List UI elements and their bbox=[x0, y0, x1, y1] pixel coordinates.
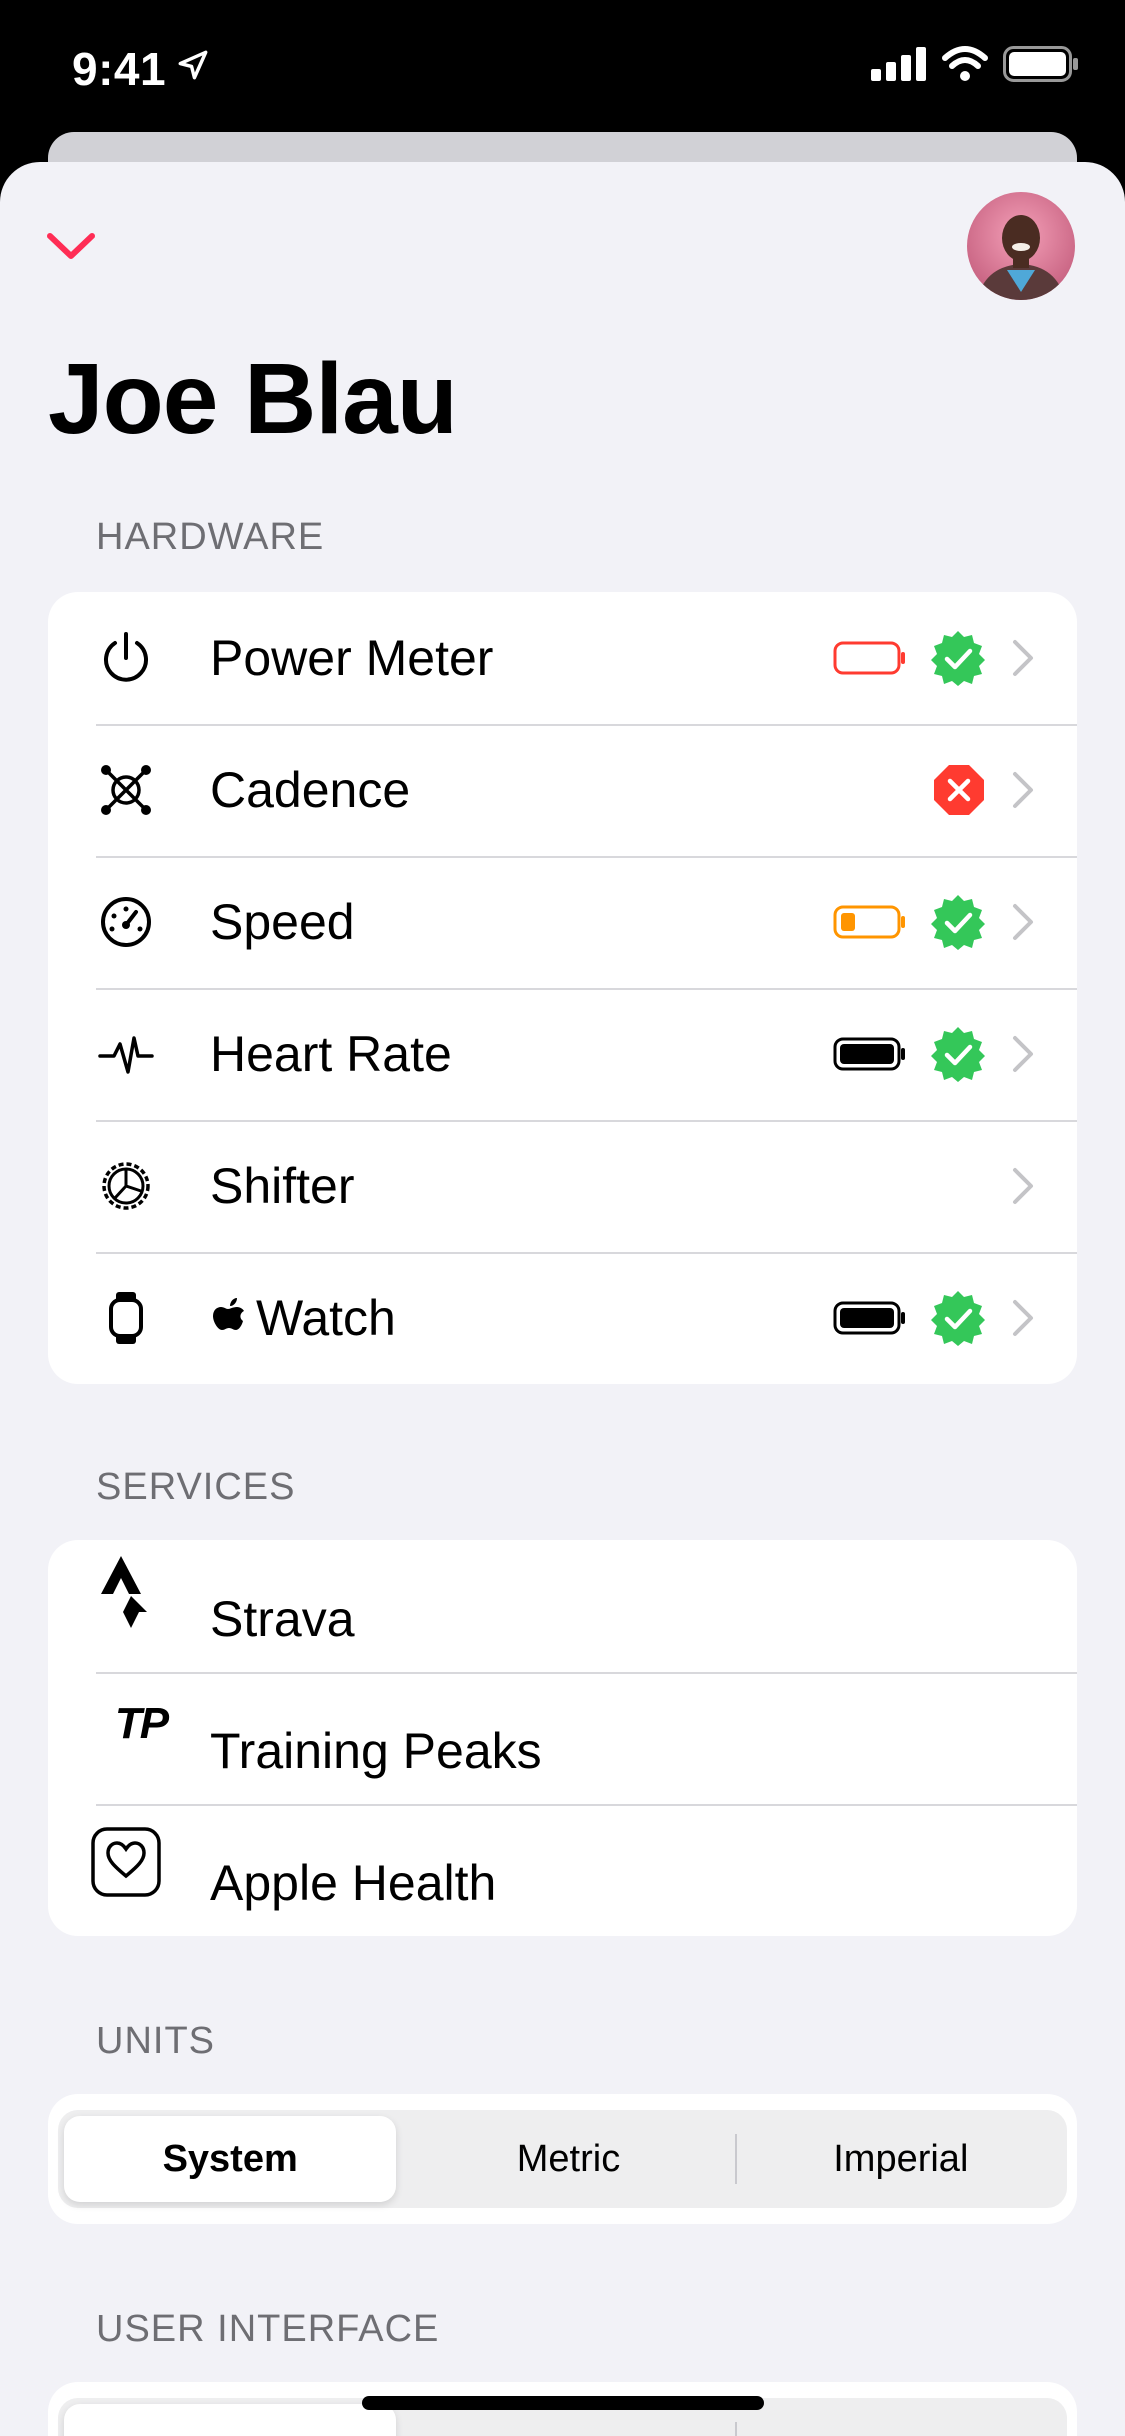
watch-icon bbox=[96, 1288, 156, 1348]
hardware-row-label: Shifter bbox=[210, 1158, 355, 1214]
profile-sheet: Joe Blau HARDWARE Power Meter Cadence Sp… bbox=[0, 162, 1125, 2436]
connected-badge-icon bbox=[931, 895, 985, 950]
hardware-row-label-watch: Watch bbox=[210, 1289, 396, 1347]
hardware-row-label: Power Meter bbox=[210, 630, 494, 686]
hardware-row-watch[interactable]: Watch bbox=[48, 1252, 1077, 1384]
units-option-metric[interactable]: Metric bbox=[402, 2110, 734, 2208]
cadence-icon bbox=[96, 760, 156, 820]
service-row-training-peaks[interactable]: TP Training Peaks bbox=[48, 1672, 1077, 1804]
battery-medium-icon bbox=[833, 905, 905, 939]
shifter-icon bbox=[96, 1156, 156, 1216]
home-indicator[interactable] bbox=[362, 2396, 764, 2410]
service-row-label: Strava bbox=[210, 1591, 355, 1647]
battery-full-icon bbox=[833, 1301, 905, 1335]
status-time: 9:41 bbox=[72, 43, 167, 95]
training-peaks-icon: TP bbox=[96, 1694, 186, 1754]
services-section-header: SERVICES bbox=[96, 1466, 296, 1508]
units-option-imperial-label: Imperial bbox=[833, 2137, 969, 2180]
units-segmented-control-container: System Metric Imperial bbox=[48, 2094, 1077, 2224]
connected-badge-icon bbox=[931, 631, 985, 686]
cellular-signal-icon bbox=[871, 47, 926, 81]
apple-logo-icon bbox=[213, 1298, 244, 1330]
hardware-row-speed[interactable]: Speed bbox=[48, 856, 1077, 988]
wifi-icon bbox=[942, 46, 988, 81]
status-indicators bbox=[871, 46, 1079, 82]
power-icon bbox=[96, 628, 156, 688]
hardware-row-power-meter[interactable]: Power Meter bbox=[48, 592, 1077, 724]
hardware-row-label: Heart Rate bbox=[210, 1026, 452, 1082]
units-segmented-control: System Metric Imperial bbox=[58, 2110, 1067, 2208]
page-title: Joe Blau bbox=[48, 343, 458, 455]
user-interface-option-selected[interactable] bbox=[64, 2404, 397, 2436]
chevron-right-icon bbox=[1013, 904, 1033, 940]
hardware-row-shifter[interactable]: Shifter bbox=[48, 1120, 1077, 1252]
error-badge-icon bbox=[934, 765, 984, 815]
hardware-list: Power Meter Cadence Speed Heart Rate Shi… bbox=[48, 592, 1077, 1384]
chevron-right-icon bbox=[1013, 1300, 1033, 1336]
avatar-photo bbox=[967, 192, 1075, 300]
chevron-down-icon[interactable] bbox=[46, 222, 96, 272]
chevron-right-icon bbox=[1013, 1168, 1033, 1204]
avatar[interactable] bbox=[967, 192, 1075, 300]
strava-icon bbox=[96, 1556, 156, 1628]
chevron-right-icon bbox=[1013, 772, 1033, 808]
hardware-row-label: Cadence bbox=[210, 762, 411, 818]
service-row-apple-health[interactable]: Apple Health bbox=[48, 1804, 1077, 1936]
speedometer-icon bbox=[96, 892, 156, 952]
user-interface-section-header: USER INTERFACE bbox=[96, 2308, 440, 2350]
connected-badge-icon bbox=[931, 1291, 985, 1346]
segment-divider bbox=[734, 2134, 737, 2184]
battery-icon bbox=[1003, 46, 1078, 82]
segment-divider bbox=[734, 2422, 737, 2436]
battery-full-icon bbox=[833, 1037, 905, 1071]
chevron-right-icon bbox=[1013, 640, 1033, 676]
hardware-section-header: HARDWARE bbox=[96, 516, 325, 558]
service-row-strava[interactable]: Strava bbox=[48, 1540, 1077, 1672]
apple-health-icon bbox=[90, 1826, 162, 1898]
status-bar: 9:41 bbox=[0, 0, 1125, 140]
units-option-system[interactable]: System bbox=[64, 2116, 397, 2202]
user-interface-option[interactable] bbox=[734, 2398, 1067, 2436]
service-row-label: Apple Health bbox=[210, 1855, 497, 1911]
service-row-label: Training Peaks bbox=[210, 1723, 542, 1779]
hardware-row-label: Speed bbox=[210, 894, 355, 950]
heart-rate-icon bbox=[96, 1024, 156, 1084]
hardware-row-heart-rate[interactable]: Heart Rate bbox=[48, 988, 1077, 1120]
chevron-right-icon bbox=[1013, 1036, 1033, 1072]
location-arrow-icon bbox=[178, 50, 208, 80]
services-list: Strava TP Training Peaks Apple Health bbox=[48, 1540, 1077, 1936]
units-section-header: UNITS bbox=[96, 2020, 215, 2062]
hardware-row-cadence[interactable]: Cadence bbox=[48, 724, 1077, 856]
connected-badge-icon bbox=[931, 1027, 985, 1082]
units-option-imperial[interactable]: Imperial bbox=[734, 2110, 1067, 2208]
hardware-row-label: Watch bbox=[256, 1290, 396, 1346]
battery-low-icon bbox=[833, 641, 905, 675]
training-peaks-logo-text: TP bbox=[114, 1699, 169, 1748]
